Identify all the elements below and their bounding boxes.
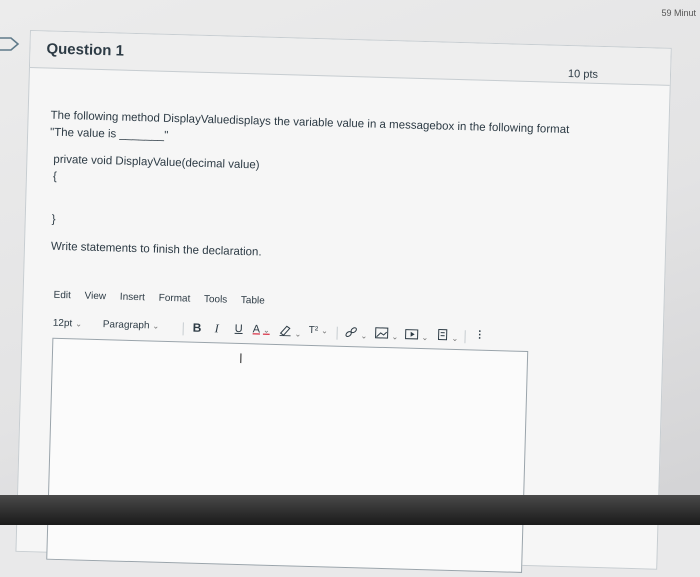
laptop-bezel [0,495,700,525]
link-button[interactable]: ⌄ [344,326,367,342]
chevron-down-icon: ⌄ [451,334,458,343]
chevron-down-icon: ⌄ [263,326,270,335]
document-icon [436,328,448,340]
menu-edit[interactable]: Edit [53,290,71,301]
more-options-button[interactable]: ⋮ [475,330,485,341]
image-icon [375,327,389,339]
menu-tools[interactable]: Tools [204,294,228,306]
image-button[interactable]: ⌄ [374,327,398,343]
chevron-down-icon: ⌄ [152,322,159,331]
editor-text-area[interactable]: I [46,338,528,573]
text-color-button[interactable]: A⌄ [253,323,270,335]
chevron-down-icon: ⌄ [391,332,398,341]
underline-button[interactable]: U [235,323,243,335]
text-color-icon: A [253,323,261,335]
bold-button[interactable]: B [193,321,202,335]
question-body: The following method DisplayValuedisplay… [47,108,591,271]
highlighter-icon [279,324,292,336]
menu-insert[interactable]: Insert [120,292,145,304]
menu-view[interactable]: View [84,291,106,303]
question-points: 10 pts [568,68,598,81]
chevron-down-icon: ⌄ [294,330,301,339]
menu-format[interactable]: Format [159,293,191,305]
toolbar-divider [336,327,337,340]
menu-table[interactable]: Table [241,295,265,307]
question-title: Question 1 [46,40,124,59]
timer-text: 59 Minut [661,8,696,18]
highlight-color-button[interactable]: ⌄ [278,324,301,340]
link-icon [345,326,358,338]
italic-button[interactable]: I [215,321,219,336]
chevron-down-icon: ⌄ [75,319,82,328]
media-icon [405,328,419,340]
chevron-down-icon: ⌄ [421,333,428,342]
chevron-down-icon: ⌄ [321,326,328,335]
question-card: Question 1 10 pts The following method D… [15,30,671,570]
question-flag-icon[interactable] [0,36,20,52]
document-button[interactable]: ⌄ [436,328,458,344]
toolbar-divider [183,322,184,335]
text-cursor-icon: I [239,350,243,366]
question-header: Question 1 10 pts [30,31,671,86]
media-button[interactable]: ⌄ [404,328,428,344]
chevron-down-icon: ⌄ [360,331,367,340]
font-size-select[interactable]: 12pt⌄ [53,318,82,330]
block-format-value: Paragraph [103,319,150,331]
superscript-icon: T² [309,325,319,336]
block-format-select[interactable]: Paragraph⌄ [103,319,160,332]
font-size-value: 12pt [53,318,73,330]
editor-menubar: Edit View Insert Format Tools Table [53,290,275,307]
superscript-button[interactable]: T²⌄ [309,325,328,337]
toolbar-divider [464,330,465,343]
screen: 59 Minut Question 1 10 pts The following… [0,0,700,525]
